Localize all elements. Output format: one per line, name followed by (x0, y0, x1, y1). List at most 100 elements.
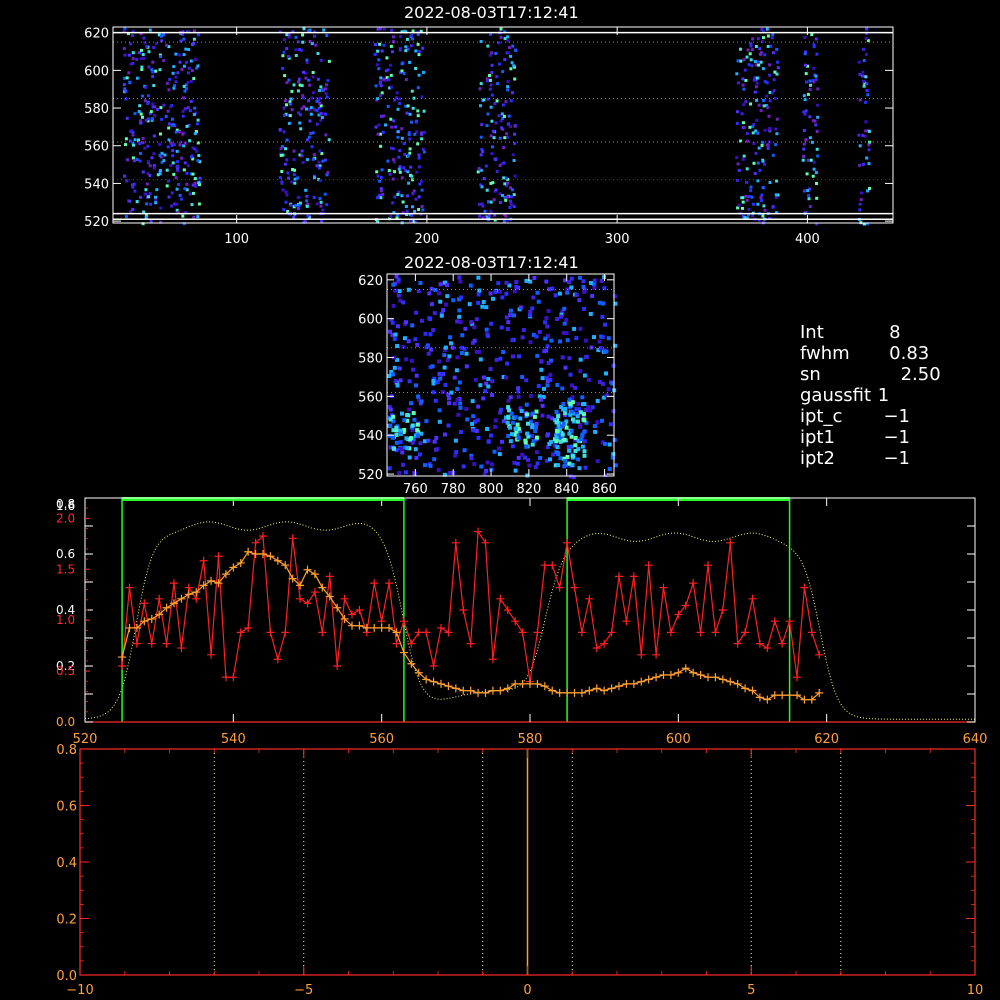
image-pixel (315, 99, 319, 103)
image-pixel (400, 176, 404, 180)
image-pixel (188, 192, 192, 196)
image-pixel (167, 138, 171, 142)
image-pixel (486, 439, 491, 444)
series-orange-point (689, 668, 698, 677)
image-pixel (491, 145, 494, 149)
image-pixel (309, 106, 313, 110)
image-pixel (285, 158, 289, 162)
image-pixel (405, 111, 409, 115)
image-pixel (857, 60, 861, 64)
image-pixel (426, 438, 431, 443)
image-pixel (434, 435, 439, 440)
fit-parameter-key: ipt_c (800, 406, 843, 427)
image-pixel (167, 122, 171, 126)
image-pixel (564, 317, 569, 322)
image-pixel (763, 208, 767, 212)
image-pixel (815, 182, 818, 185)
image-pixel (376, 27, 380, 31)
image-pixel (476, 435, 481, 440)
image-pixel (582, 429, 587, 434)
image-pixel (487, 214, 491, 218)
series-orange-point (266, 552, 275, 561)
image-pixel (325, 95, 329, 99)
image-pixel (748, 52, 752, 56)
image-pixel (593, 429, 598, 434)
series-orange-point (474, 688, 483, 697)
image-pixel (299, 127, 303, 131)
image-pixel (414, 197, 418, 201)
image-pixel (501, 350, 506, 354)
image-pixel (131, 57, 135, 61)
image-pixel (493, 289, 498, 294)
series-orange-point (763, 695, 772, 704)
image-pixel (458, 320, 463, 325)
image-pixel (420, 318, 424, 323)
image-pixel (550, 286, 555, 291)
image-pixel (758, 168, 762, 172)
image-pixel (866, 93, 870, 97)
image-pixel (502, 176, 506, 180)
image-pixel (470, 421, 475, 426)
x-tick-label: −5 (294, 983, 313, 998)
image-pixel (397, 97, 401, 101)
image-pixel (449, 341, 453, 346)
image-pixel (418, 182, 422, 186)
image-pixel (175, 202, 179, 206)
image-pixel (862, 84, 866, 88)
profile-panel: 0.0 0.2 0.4 0.6 0.8 −10 −5 0 5 10 (56, 743, 983, 998)
image-pixel (437, 291, 441, 296)
image-pixel (809, 158, 813, 162)
fit-parameter-value: −1 (872, 427, 910, 448)
image-pixel (388, 172, 392, 176)
series-red-point (622, 617, 631, 626)
image-pixel (756, 60, 760, 64)
y-tick-label: 560 (358, 390, 383, 405)
image-pixel (398, 48, 402, 52)
image-pixel (404, 320, 408, 325)
y-tick-label: 0.6 (56, 800, 77, 815)
image-pixel (803, 52, 807, 56)
image-pixel (858, 73, 862, 76)
image-pixel (573, 385, 577, 390)
image-pixel (306, 214, 310, 218)
image-pixel (190, 69, 194, 72)
image-pixel (502, 161, 506, 165)
series-red-point (652, 650, 661, 659)
x-tick-label: 860 (592, 482, 617, 497)
image-pixel (170, 123, 174, 127)
y-tick-label: 0.2 (56, 913, 77, 928)
image-pixel (145, 202, 149, 206)
image-pixel (499, 27, 503, 31)
image-pixel (479, 82, 483, 86)
image-pixel (816, 154, 820, 158)
series-red-point (637, 650, 646, 659)
image-pixel (388, 329, 392, 334)
image-pixel (392, 365, 397, 370)
image-pixel (490, 152, 494, 156)
y-tick-label: 540 (358, 429, 383, 444)
figure-canvas: 520540560580600620100 200 300 400 520540560… (56, 26, 987, 998)
image-pixel (864, 100, 868, 104)
image-pixel (497, 446, 501, 451)
image-pixel (407, 379, 412, 384)
image-pixel (512, 193, 516, 197)
image-pixel (424, 345, 429, 350)
image-pixel (380, 49, 384, 53)
image-pixel (313, 34, 316, 38)
image-pixel (294, 54, 298, 57)
image-pixel (382, 114, 386, 118)
image-pixel (178, 143, 182, 147)
image-pixel (516, 394, 521, 399)
image-pixel (572, 326, 577, 331)
image-pixel (492, 136, 496, 140)
image-pixel (305, 194, 309, 198)
image-pixel (578, 425, 583, 429)
image-pixel (127, 53, 131, 57)
image-pixel (859, 198, 863, 202)
image-pixel (460, 333, 465, 338)
image-pixel (864, 52, 868, 56)
image-pixel (196, 64, 200, 68)
image-pixel (507, 51, 511, 55)
image-pixel (858, 202, 862, 206)
image-pixel (417, 165, 421, 169)
